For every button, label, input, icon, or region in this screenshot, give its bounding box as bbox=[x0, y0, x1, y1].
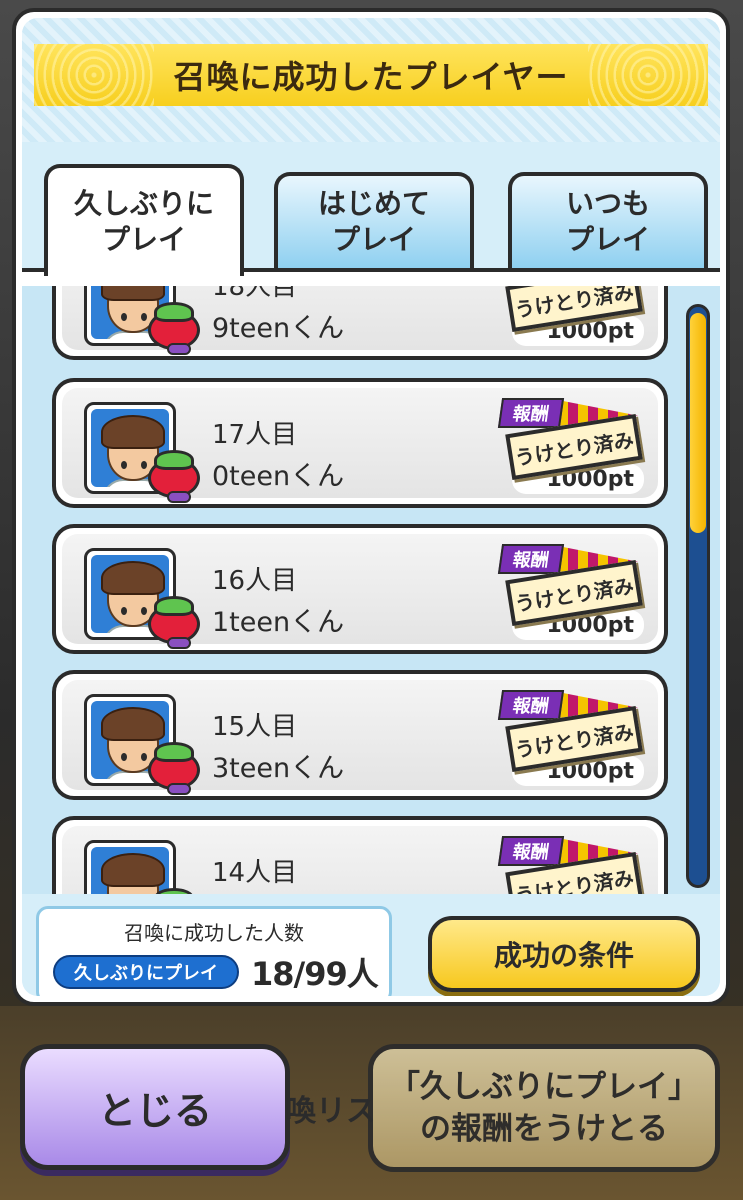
tomato-leaf bbox=[154, 742, 194, 762]
player-row: 15人目 3teenくん 報酬 1000pt うけとり済み bbox=[52, 670, 668, 800]
reward-badge: 報酬 bbox=[497, 836, 565, 866]
dialog-footer: 召喚に成功した人数 久しぶりにプレイ 18/99人 成功の条件 bbox=[22, 894, 720, 996]
tab-always-play[interactable]: いつも プレイ bbox=[508, 172, 708, 268]
reward-badge: 報酬 bbox=[497, 398, 565, 428]
tomato-leaf bbox=[154, 450, 194, 470]
tomato-yokai-icon bbox=[146, 742, 202, 795]
tomato-mouth bbox=[167, 343, 191, 355]
avatar-hair bbox=[101, 853, 165, 887]
list-scrollbar[interactable] bbox=[686, 304, 710, 888]
reward-badge: 報酬 bbox=[497, 690, 565, 720]
player-row: 17人目 0teenくん 報酬 1000pt うけとり済み bbox=[52, 378, 668, 508]
avatar-background bbox=[91, 847, 169, 894]
player-rank: 15人目 bbox=[212, 712, 298, 742]
player-row: 18人目 9teenくん 報酬 1000pt うけとり済み bbox=[52, 286, 668, 360]
dialog-body: 召喚に成功したプレイヤー 久しぶりに プレイ はじめて プレイ いつも プレイ bbox=[22, 18, 720, 996]
tomato-leaf bbox=[154, 596, 194, 616]
category-pill: 久しぶりにプレイ bbox=[53, 955, 239, 989]
tab-bar: 久しぶりに プレイ はじめて プレイ いつも プレイ bbox=[22, 164, 720, 276]
player-row: 16人目 1teenくん 報酬 1000pt うけとり済み bbox=[52, 524, 668, 654]
tab-long-time-play[interactable]: 久しぶりに プレイ bbox=[44, 164, 244, 276]
avatar-hair bbox=[101, 561, 165, 595]
player-row-inner: 17人目 0teenくん 報酬 1000pt うけとり済み bbox=[62, 388, 658, 503]
avatar-eye bbox=[121, 753, 127, 761]
player-row-inner: 18人目 9teenくん 報酬 1000pt うけとり済み bbox=[62, 286, 658, 355]
reward-badge: 報酬 bbox=[497, 544, 565, 574]
player-rank: 14人目 bbox=[212, 858, 298, 888]
player-list[interactable]: 14人目 報酬 1000pt うけとり済み bbox=[22, 286, 720, 894]
summon-success-dialog: 召喚に成功したプレイヤー 久しぶりに プレイ はじめて プレイ いつも プレイ bbox=[12, 8, 730, 1006]
player-row: 14人目 報酬 1000pt うけとり済み bbox=[52, 816, 668, 894]
player-row-inner: 14人目 報酬 1000pt うけとり済み bbox=[62, 826, 658, 894]
summon-count-value: 18/99人 bbox=[251, 955, 379, 993]
tomato-yokai-icon bbox=[146, 302, 202, 355]
player-avatar bbox=[84, 840, 176, 894]
tomato-mouth bbox=[167, 637, 191, 649]
avatar-hair bbox=[101, 286, 165, 301]
player-row-inner: 15人目 3teenくん 報酬 1000pt うけとり済み bbox=[62, 680, 658, 795]
tomato-mouth bbox=[167, 491, 191, 503]
avatar-eye bbox=[121, 461, 127, 469]
avatar-hair bbox=[101, 707, 165, 741]
player-rank: 18人目 bbox=[212, 286, 298, 302]
player-row-inner: 16人目 1teenくん 報酬 1000pt うけとり済み bbox=[62, 534, 658, 649]
claim-reward-button[interactable]: 「久しぶりにプレイ」 の報酬をうけとる bbox=[368, 1044, 720, 1172]
dialog-title: 召喚に成功したプレイヤー bbox=[173, 58, 569, 96]
avatar-eye bbox=[121, 313, 127, 321]
tomato-yokai-icon bbox=[146, 450, 202, 503]
summon-count-label: 召喚に成功した人数 bbox=[124, 921, 304, 945]
player-name: 0teenくん bbox=[212, 461, 345, 492]
player-name: 1teenくん bbox=[212, 607, 345, 638]
player-name: 9teenくん bbox=[212, 313, 345, 344]
summon-count-panel: 召喚に成功した人数 久しぶりにプレイ 18/99人 bbox=[36, 906, 392, 996]
tab-first-time-play[interactable]: はじめて プレイ bbox=[274, 172, 474, 268]
player-name: 3teenくん bbox=[212, 753, 345, 784]
success-conditions-button[interactable]: 成功の条件 bbox=[428, 916, 700, 992]
tomato-yokai-icon bbox=[146, 596, 202, 649]
tomato-leaf bbox=[154, 302, 194, 322]
player-rank: 16人目 bbox=[212, 566, 298, 596]
obscured-list-label: 喚リス bbox=[286, 1094, 376, 1129]
avatar-hair bbox=[101, 415, 165, 449]
player-rank: 17人目 bbox=[212, 420, 298, 450]
scrollbar-thumb[interactable] bbox=[690, 313, 706, 533]
close-button[interactable]: とじる bbox=[20, 1044, 290, 1170]
tomato-mouth bbox=[167, 783, 191, 795]
avatar-eye bbox=[121, 607, 127, 615]
dialog-header: 召喚に成功したプレイヤー bbox=[22, 18, 720, 142]
title-banner: 召喚に成功したプレイヤー bbox=[34, 44, 708, 106]
